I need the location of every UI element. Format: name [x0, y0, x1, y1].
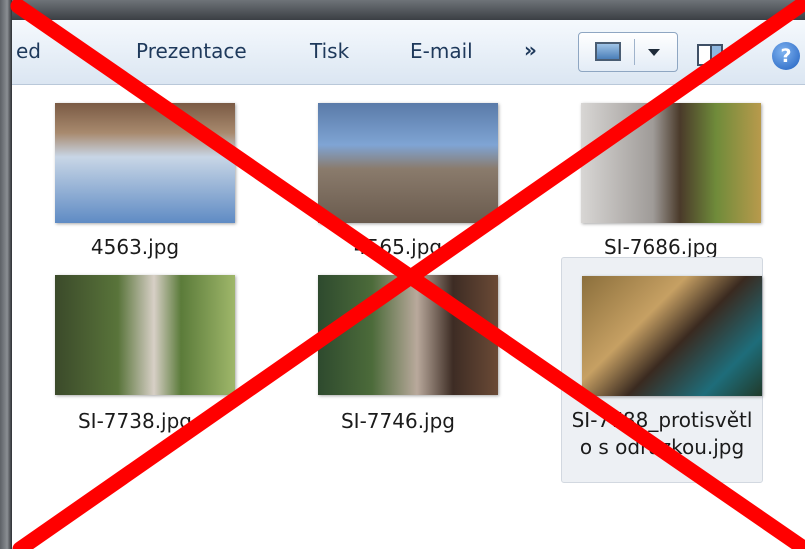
file-thumbnail — [318, 275, 498, 395]
preview-pane-icon[interactable] — [697, 44, 723, 66]
window-frame-top — [0, 0, 805, 20]
file-thumbnail — [55, 275, 235, 395]
file-item[interactable]: 4563.jpg — [35, 85, 235, 275]
chevron-down-icon[interactable] — [648, 49, 660, 56]
file-name: SI-7738.jpg — [77, 409, 192, 433]
file-name: SI-7746.jpg — [340, 409, 455, 433]
command-bar: ed Prezentace Tisk E-mail » ? — [12, 20, 805, 85]
view-button-separator — [634, 39, 635, 65]
file-item[interactable]: SI-7738.jpg — [35, 257, 235, 477]
file-item[interactable]: 4565.jpg — [298, 85, 498, 275]
file-grid: 4563.jpg 4565.jpg SI-7686.jpg SI-7738.jp… — [12, 85, 805, 549]
file-item[interactable]: SI-7686.jpg — [561, 85, 761, 275]
window-frame-left — [0, 0, 12, 549]
email-button[interactable]: E-mail — [410, 39, 473, 63]
view-thumbnail-icon — [595, 42, 621, 61]
file-item-selected[interactable]: SI-7788_protisvětl o s odrazkou.jpg — [561, 257, 763, 483]
file-item[interactable]: SI-7746.jpg — [298, 257, 498, 477]
file-thumbnail — [582, 276, 762, 396]
explorer-window: ed Prezentace Tisk E-mail » ? 4563.jpg 4… — [12, 20, 805, 549]
help-icon[interactable]: ? — [772, 42, 800, 70]
slideshow-button[interactable]: Prezentace — [136, 39, 247, 63]
file-thumbnail — [581, 103, 761, 223]
toolbar-item-truncated[interactable]: ed — [16, 39, 41, 63]
file-thumbnail — [55, 103, 235, 223]
file-name-line-1: SI-7788_protisvětl — [571, 408, 753, 432]
change-view-button[interactable] — [578, 32, 678, 72]
more-commands-button[interactable]: » — [524, 38, 537, 62]
file-name-line-2: o s odrazkou.jpg — [579, 435, 745, 459]
print-button[interactable]: Tisk — [310, 39, 349, 63]
file-thumbnail — [318, 103, 498, 223]
